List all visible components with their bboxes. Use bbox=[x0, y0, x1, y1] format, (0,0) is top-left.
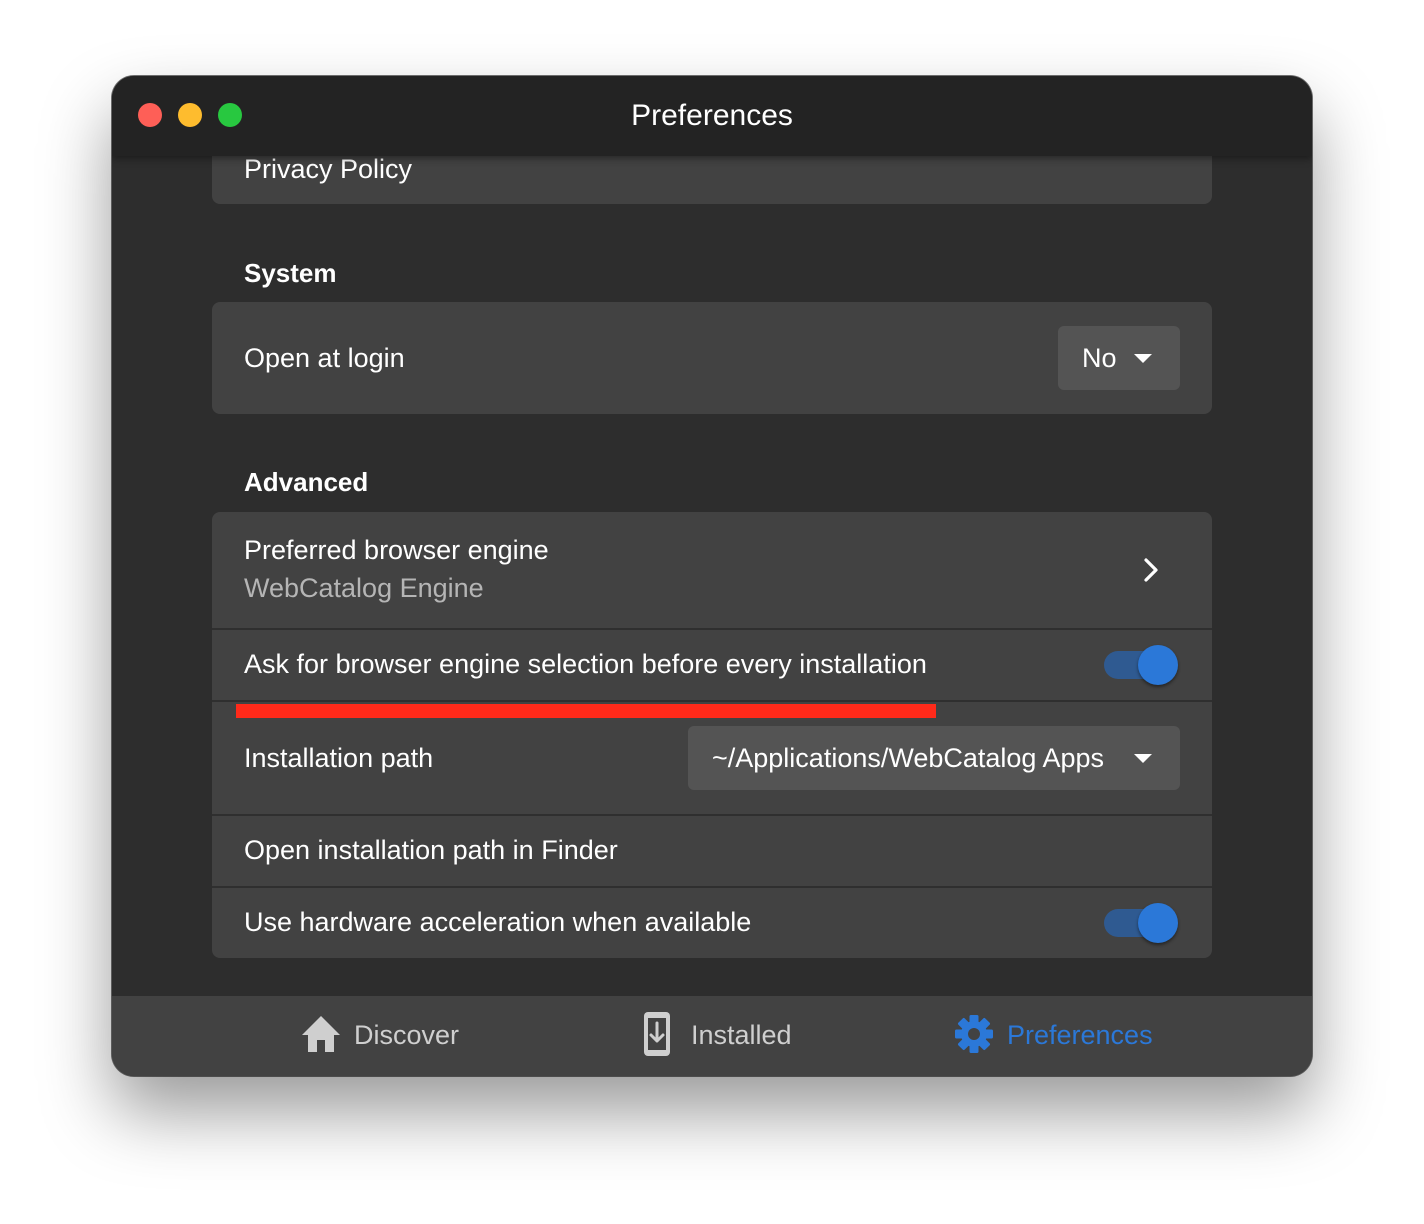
open-path-label: Open installation path in Finder bbox=[244, 835, 618, 865]
ask-engine-row: Ask for browser engine selection before … bbox=[212, 630, 1212, 700]
install-device-icon bbox=[644, 1012, 670, 1056]
browser-engine-label: Preferred browser engine bbox=[244, 535, 549, 565]
install-path-value: ~/Applications/WebCatalog Apps bbox=[712, 743, 1105, 773]
system-section-header: System bbox=[244, 258, 337, 288]
hw-accel-row: Use hardware acceleration when available bbox=[212, 888, 1212, 958]
browser-engine-row[interactable]: Preferred browser engine WebCatalog Engi… bbox=[212, 512, 1212, 628]
nav-preferences[interactable]: Preferences bbox=[954, 996, 1174, 1076]
chevron-right-icon bbox=[1144, 558, 1158, 582]
open-path-row[interactable]: Open installation path in Finder bbox=[212, 816, 1212, 886]
dropdown-caret-icon bbox=[1134, 754, 1152, 763]
annotation-underline bbox=[236, 704, 936, 718]
gear-icon bbox=[955, 1015, 993, 1053]
preferences-window: Preferences Privacy Policy System Open a… bbox=[112, 76, 1312, 1076]
open-at-login-label: Open at login bbox=[244, 343, 405, 373]
privacy-policy-item[interactable]: Privacy Policy bbox=[244, 152, 412, 186]
install-path-label: Installation path bbox=[244, 743, 434, 773]
ask-engine-label: Ask for browser engine selection before … bbox=[244, 649, 927, 679]
toggle-knob bbox=[1138, 645, 1178, 685]
toggle-knob bbox=[1138, 903, 1178, 943]
system-card: Open at login No bbox=[212, 302, 1212, 414]
open-at-login-select[interactable]: No bbox=[1058, 326, 1180, 390]
nav-preferences-label: Preferences bbox=[1007, 1020, 1153, 1050]
advanced-section-header: Advanced bbox=[244, 467, 369, 497]
window-title: Preferences bbox=[631, 99, 793, 132]
home-icon bbox=[302, 1016, 340, 1052]
nav-installed[interactable]: Installed bbox=[642, 996, 822, 1076]
open-at-login-value: No bbox=[1082, 343, 1117, 373]
dropdown-caret-icon bbox=[1134, 354, 1152, 363]
nav-discover[interactable]: Discover bbox=[300, 996, 470, 1076]
title-bar: Preferences bbox=[112, 76, 1312, 156]
nav-installed-label: Installed bbox=[691, 1020, 792, 1050]
hw-accel-toggle[interactable] bbox=[1104, 901, 1180, 945]
advanced-card: Preferred browser engine WebCatalog Engi… bbox=[212, 512, 1212, 958]
ask-engine-toggle[interactable] bbox=[1104, 643, 1180, 687]
install-path-row: Installation path ~/Applications/WebCata… bbox=[212, 702, 1212, 814]
preferences-content: Privacy Policy System Open at login No A… bbox=[112, 76, 1312, 996]
hw-accel-label: Use hardware acceleration when available bbox=[244, 907, 752, 937]
nav-discover-label: Discover bbox=[354, 1020, 460, 1050]
install-path-select[interactable]: ~/Applications/WebCatalog Apps bbox=[688, 726, 1180, 790]
browser-engine-value: WebCatalog Engine bbox=[244, 573, 484, 603]
bottom-navigation: Discover Installed Preferences bbox=[112, 996, 1312, 1076]
